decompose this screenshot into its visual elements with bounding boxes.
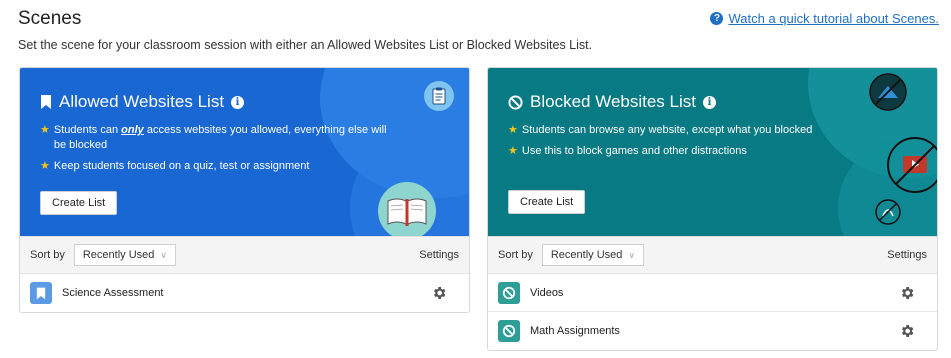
feature-item: ★ Use this to block games and other dist…	[508, 144, 868, 159]
page-title: Scenes	[18, 8, 82, 29]
allowed-list: Science Assessment	[20, 274, 469, 312]
feature-text: Students can browse any website, except …	[521, 124, 813, 136]
allowed-features: ★ Students can only access websites you …	[40, 123, 400, 180]
blocked-websites-card: Blocked Websites List i ★ Students can b…	[487, 67, 938, 351]
tutorial-link[interactable]: ? Watch a quick tutorial about Scenes.	[710, 11, 939, 26]
chevron-down-icon: ∨	[160, 249, 167, 260]
settings-link[interactable]: Settings	[887, 249, 927, 261]
settings-link[interactable]: Settings	[419, 249, 459, 261]
allowed-sortbar: Sort by Recently Used ∨ Settings	[20, 236, 469, 274]
bookmark-icon	[30, 282, 52, 304]
info-icon[interactable]: i	[702, 95, 716, 109]
feature-item: ★ Students can browse any website, excep…	[508, 123, 868, 138]
ban-icon	[508, 94, 523, 110]
blocked-hero: Blocked Websites List i ★ Students can b…	[488, 68, 937, 236]
chevron-down-icon: ∨	[628, 249, 635, 260]
feature-text: Keep students focused on a quiz, test or…	[53, 160, 310, 172]
blocked-list: Videos Math Assignments	[488, 274, 937, 350]
tutorial-link-label: Watch a quick tutorial about Scenes.	[728, 11, 939, 26]
blocked-video-icon	[887, 137, 937, 193]
star-icon: ★	[508, 145, 518, 157]
gear-icon[interactable]	[899, 285, 915, 301]
list-item-label: Math Assignments	[530, 325, 620, 337]
info-icon[interactable]: i	[231, 95, 245, 109]
sort-label: Sort by	[498, 249, 533, 261]
list-item[interactable]: Videos	[488, 274, 937, 312]
allowed-websites-card: Allowed Websites List i ★ Students can o…	[19, 67, 470, 313]
blocked-app-icon	[869, 73, 907, 111]
sort-dropdown[interactable]: Recently Used ∨	[73, 244, 176, 266]
feature-text: Use this to block games and other distra…	[521, 145, 747, 157]
blocked-title: Blocked Websites List i	[508, 92, 716, 112]
sort-value: Recently Used	[550, 249, 623, 261]
allowed-hero: Allowed Websites List i ★ Students can o…	[20, 68, 469, 236]
blocked-title-label: Blocked Websites List	[530, 92, 696, 111]
feature-item: ★ Keep students focused on a quiz, test …	[40, 159, 400, 174]
create-allowed-list-button[interactable]: Create List	[40, 191, 118, 215]
create-blocked-list-button[interactable]: Create List	[508, 190, 586, 214]
blocked-game-icon	[875, 199, 901, 225]
sort-label: Sort by	[30, 249, 65, 261]
book-icon	[378, 182, 436, 236]
star-icon: ★	[40, 160, 50, 172]
sort-value: Recently Used	[82, 249, 155, 261]
clipboard-icon	[424, 81, 454, 111]
page-subtitle: Set the scene for your classroom session…	[18, 38, 593, 52]
bookmark-icon	[41, 95, 51, 109]
sort-dropdown[interactable]: Recently Used ∨	[541, 244, 644, 266]
list-item[interactable]: Math Assignments	[488, 312, 937, 350]
gear-icon[interactable]	[431, 285, 447, 301]
ban-icon	[498, 320, 520, 342]
list-item[interactable]: Science Assessment	[20, 274, 469, 312]
star-icon: ★	[508, 124, 518, 136]
feature-item: ★ Students can only access websites you …	[40, 123, 400, 153]
blocked-features: ★ Students can browse any website, excep…	[508, 123, 868, 165]
blocked-sortbar: Sort by Recently Used ∨ Settings	[488, 236, 937, 274]
star-icon: ★	[40, 124, 50, 136]
help-icon: ?	[710, 12, 724, 25]
ban-icon	[498, 281, 520, 304]
allowed-title-label: Allowed Websites List	[59, 92, 225, 111]
list-item-label: Videos	[530, 286, 564, 299]
list-item-label: Science Assessment	[62, 287, 164, 299]
gear-icon[interactable]	[899, 323, 915, 339]
feature-text: Students can only access websites you al…	[53, 124, 387, 151]
allowed-title: Allowed Websites List i	[40, 92, 245, 112]
